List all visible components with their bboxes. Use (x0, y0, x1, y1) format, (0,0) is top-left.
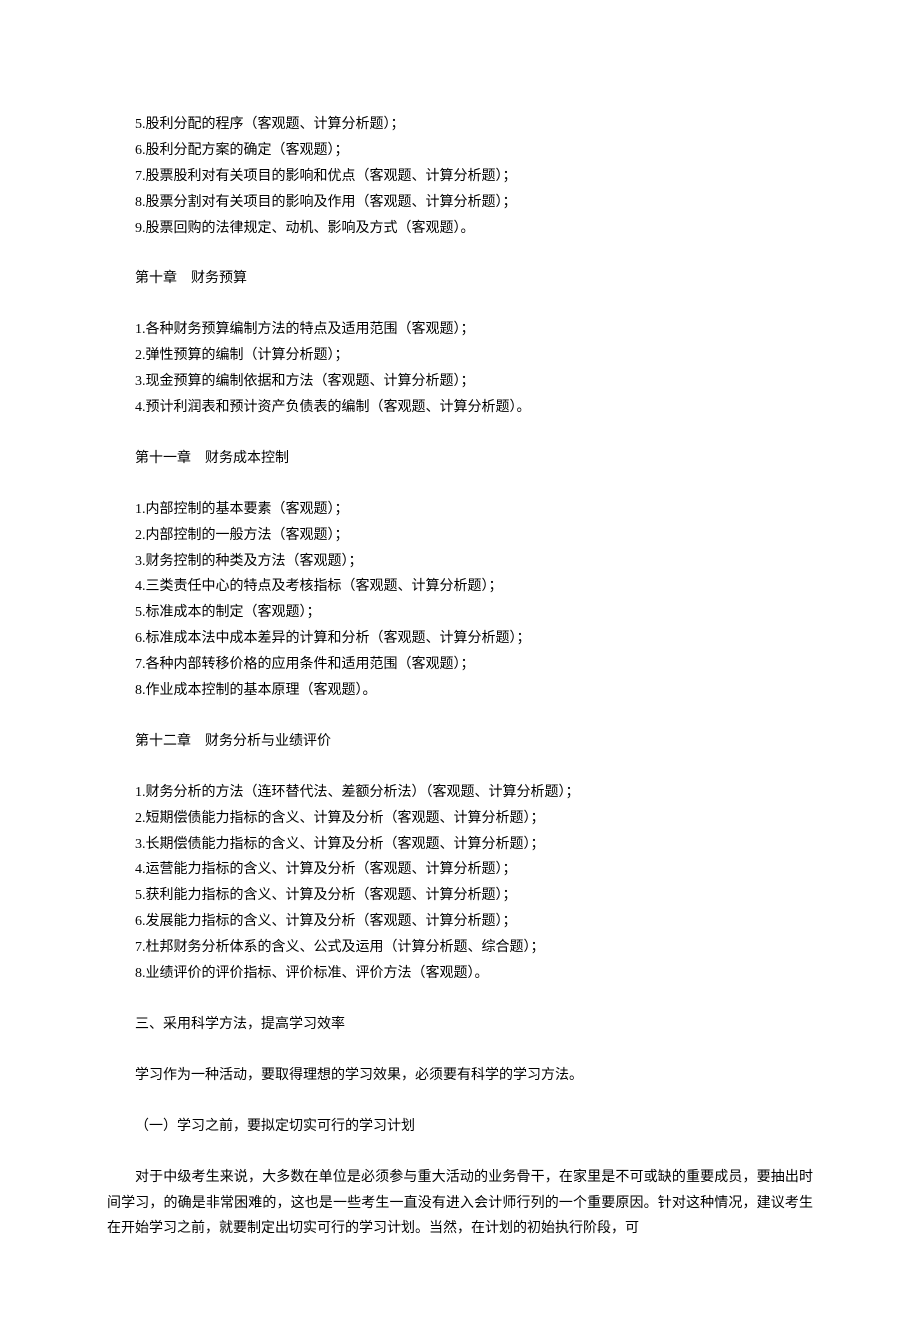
text-line: 2.内部控制的一般方法（客观题）； (107, 523, 813, 549)
text-line: 6.发展能力指标的含义、计算及分析（客观题、计算分析题）； (107, 909, 813, 935)
text-line: 3.现金预算的编制依据和方法（客观题、计算分析题）； (107, 369, 813, 395)
text-line: 1.各种财务预算编制方法的特点及适用范围（客观题）； (107, 317, 813, 343)
text-line: 三、采用科学方法，提高学习效率 (107, 1012, 813, 1038)
text-line: 学习作为一种活动，要取得理想的学习效果，必须要有科学的学习方法。 (107, 1063, 813, 1089)
text-line: 8.股票分割对有关项目的影响及作用（客观题、计算分析题）； (107, 190, 813, 216)
text-line: 2.短期偿债能力指标的含义、计算及分析（客观题、计算分析题）； (107, 806, 813, 832)
blank-line (107, 292, 813, 317)
text-line: 3.长期偿债能力指标的含义、计算及分析（客观题、计算分析题）； (107, 832, 813, 858)
text-line: 4.三类责任中心的特点及考核指标（客观题、计算分析题）； (107, 574, 813, 600)
text-line: 5.股利分配的程序（客观题、计算分析题）； (107, 112, 813, 138)
text-line: 7.股票股利对有关项目的影响和优点（客观题、计算分析题）； (107, 164, 813, 190)
blank-line (107, 1089, 813, 1114)
blank-line (107, 755, 813, 780)
text-line: 2.弹性预算的编制（计算分析题）； (107, 343, 813, 369)
blank-line (107, 704, 813, 729)
text-line: （一）学习之前，要拟定切实可行的学习计划 (107, 1114, 813, 1140)
text-line: 5.获利能力指标的含义、计算及分析（客观题、计算分析题）； (107, 883, 813, 909)
text-line: 1.财务分析的方法（连环替代法、差额分析法）（客观题、计算分析题）； (107, 780, 813, 806)
blank-line (107, 241, 813, 266)
blank-line (107, 1140, 813, 1165)
text-line: 7.各种内部转移价格的应用条件和适用范围（客观题）； (107, 652, 813, 678)
text-line: 第十二章 财务分析与业绩评价 (107, 729, 813, 755)
text-line: 第十章 财务预算 (107, 266, 813, 292)
text-line: 4.预计利润表和预计资产负债表的编制（客观题、计算分析题）。 (107, 395, 813, 421)
blank-line (107, 987, 813, 1012)
text-line: 第十一章 财务成本控制 (107, 446, 813, 472)
text-line: 6.股利分配方案的确定（客观题）； (107, 138, 813, 164)
text-line: 5.标准成本的制定（客观题）； (107, 600, 813, 626)
text-line: 对于中级考生来说，大多数在单位是必须参与重大活动的业务骨干，在家里是不可或缺的重… (107, 1165, 813, 1243)
text-line: 1.内部控制的基本要素（客观题）； (107, 497, 813, 523)
blank-line (107, 472, 813, 497)
text-line: 4.运营能力指标的含义、计算及分析（客观题、计算分析题）； (107, 857, 813, 883)
blank-line (107, 421, 813, 446)
text-line: 9.股票回购的法律规定、动机、影响及方式（客观题）。 (107, 216, 813, 242)
text-line: 8.业绩评价的评价指标、评价标准、评价方法（客观题）。 (107, 961, 813, 987)
text-line: 6.标准成本法中成本差异的计算和分析（客观题、计算分析题）； (107, 626, 813, 652)
blank-line (107, 1038, 813, 1063)
text-line: 8.作业成本控制的基本原理（客观题）。 (107, 678, 813, 704)
text-line: 7.杜邦财务分析体系的含义、公式及运用（计算分析题、综合题）； (107, 935, 813, 961)
text-line: 3.财务控制的种类及方法（客观题）； (107, 549, 813, 575)
document-body: 5.股利分配的程序（客观题、计算分析题）；6.股利分配方案的确定（客观题）；7.… (107, 112, 813, 1242)
